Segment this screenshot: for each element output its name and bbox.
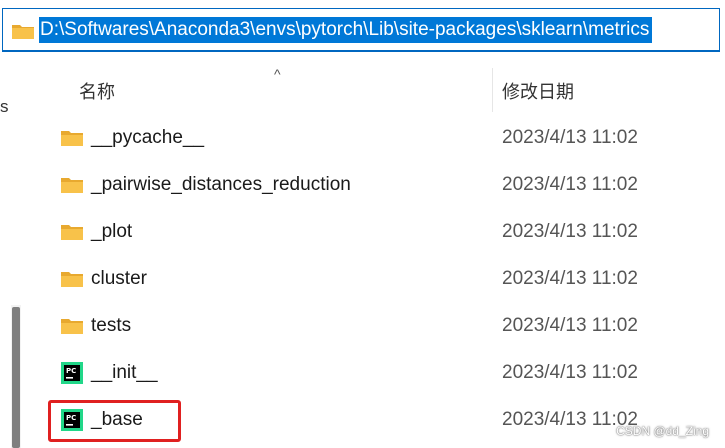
file-date: 2023/4/13 11:02 xyxy=(502,362,638,383)
sort-ascending-icon: ^ xyxy=(274,66,281,82)
file-row[interactable]: _plot 2023/4/13 11:02 xyxy=(32,208,725,255)
svg-text:PC: PC xyxy=(66,367,76,375)
address-path-text[interactable]: D:\Softwares\Anaconda3\envs\pytorch\Lib\… xyxy=(39,17,653,43)
folder-icon xyxy=(12,25,34,39)
file-date: 2023/4/13 11:02 xyxy=(502,315,638,336)
file-date: 2023/4/13 11:02 xyxy=(502,174,638,195)
column-header: ^ 名称 修改日期 xyxy=(32,62,725,112)
address-bar: D:\Softwares\Anaconda3\envs\pytorch\Lib\… xyxy=(0,0,725,62)
column-divider[interactable] xyxy=(492,68,493,112)
watermark: CSDN @dd_Zing xyxy=(616,424,709,438)
file-row[interactable]: cluster 2023/4/13 11:02 xyxy=(32,255,725,302)
folder-icon xyxy=(61,178,83,193)
file-name: _plot xyxy=(91,221,133,242)
folder-icon xyxy=(61,131,83,146)
file-row[interactable]: PC __init__ 2023/4/13 11:02 xyxy=(32,349,725,396)
file-row[interactable]: __pycache__ 2023/4/13 11:02 xyxy=(32,114,725,161)
file-date: 2023/4/13 11:02 xyxy=(502,221,638,242)
address-input[interactable]: D:\Softwares\Anaconda3\envs\pytorch\Lib\… xyxy=(2,8,720,52)
nav-scrollbar-thumb[interactable] xyxy=(12,307,20,448)
folder-icon xyxy=(61,272,83,287)
annotation-highlight-box xyxy=(48,400,181,442)
file-name: _pairwise_distances_reduction xyxy=(91,174,351,195)
file-date: 2023/4/13 11:02 xyxy=(502,127,638,148)
file-name: cluster xyxy=(91,268,147,289)
column-header-date-modified[interactable]: 修改日期 xyxy=(502,78,574,104)
file-row[interactable]: tests 2023/4/13 11:02 xyxy=(32,302,725,349)
file-name: tests xyxy=(91,315,132,336)
folder-icon xyxy=(61,225,83,240)
file-name: __init__ xyxy=(91,362,158,383)
file-list: __pycache__ 2023/4/13 11:02 _pairwise_di… xyxy=(32,114,725,443)
nav-partial-text: s xyxy=(0,97,9,116)
file-name: __pycache__ xyxy=(91,127,205,148)
pycharm-file-icon: PC xyxy=(61,362,83,384)
file-date: 2023/4/13 11:02 xyxy=(502,268,638,289)
file-row[interactable]: _pairwise_distances_reduction 2023/4/13 … xyxy=(32,161,725,208)
column-header-name[interactable]: 名称 xyxy=(79,78,115,104)
folder-icon xyxy=(61,319,83,334)
